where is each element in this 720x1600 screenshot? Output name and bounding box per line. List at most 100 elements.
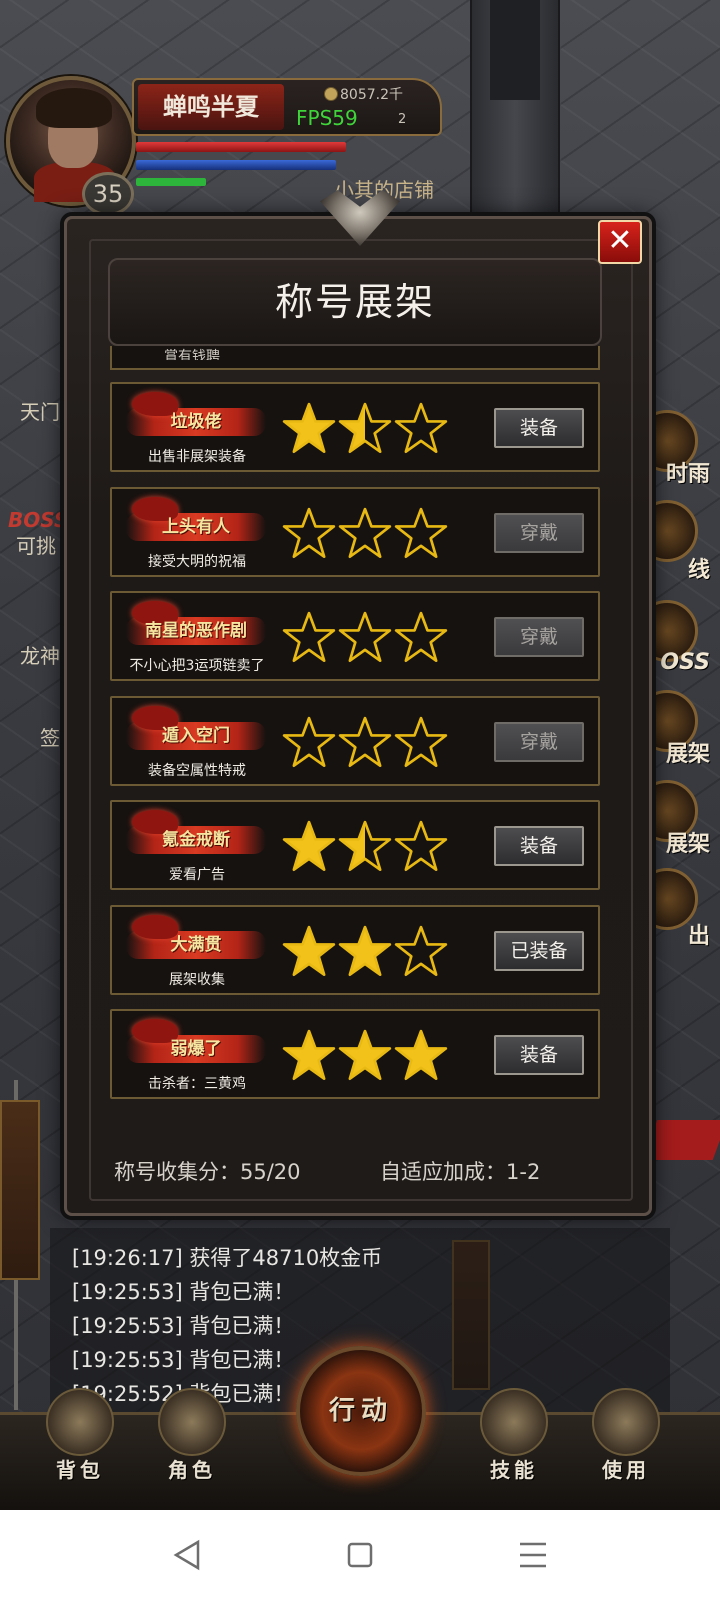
level-badge: 35 (82, 172, 134, 216)
title-name: 上头有人 (162, 516, 230, 537)
use-button[interactable]: 使用 (578, 1388, 674, 1488)
title-row: 遁入空门装备空属性特戒 穿戴 (110, 695, 600, 786)
star-icon (338, 925, 392, 976)
title-row: 垃圾佬出售非展架装备 装备 (110, 382, 600, 472)
side-label-line[interactable]: 线 (688, 552, 710, 584)
chat-line: [19:25:53] 背包已满！ (72, 1348, 295, 1372)
star-icon (282, 507, 336, 558)
star-icon (282, 611, 336, 663)
star-icon (338, 611, 392, 663)
star-icon (282, 716, 336, 767)
use-label: 使用 (602, 1458, 650, 1482)
star-icon (338, 507, 392, 558)
title-name: 遁入空门 (162, 725, 230, 746)
title-badge: 弱爆了 (126, 1017, 266, 1067)
title-badge: 氪金戒断 (126, 808, 266, 858)
chat-line: [19:25:53] 背包已满！ (72, 1314, 295, 1338)
side-label-shiyu[interactable]: 时雨 (666, 456, 710, 488)
title-description: 出售非展架装备 (148, 449, 246, 465)
close-icon: ✕ (607, 223, 633, 258)
mp-bar (136, 160, 336, 170)
title-badge: 遁入空门 (126, 704, 266, 754)
star-icon (394, 1029, 448, 1081)
equip-button[interactable]: 穿戴 (494, 512, 584, 553)
collection-score: 称号收集分：55/20 (114, 1160, 301, 1184)
title-badge: 上头有人 (126, 495, 266, 545)
role-icon (158, 1388, 226, 1456)
title-name: 垃圾佬 (170, 412, 222, 432)
gold-display: 8057.2千 (324, 84, 403, 104)
title-description: 装备空属性特戒 (148, 762, 246, 779)
star-rating (282, 402, 452, 456)
bag-icon (46, 1388, 114, 1456)
star-icon (394, 507, 448, 558)
star-icon (282, 402, 336, 454)
player-name: 蝉鸣半夏 (163, 93, 259, 121)
star-rating (282, 507, 452, 561)
main-action-label: 行动 (328, 1396, 393, 1426)
title-list[interactable]: 垃圾佬 出售非展架装备 装备 上头有人 接受大明的祝福 穿戴 南星的恶作剧 不小心把3运项链卖… (108, 352, 602, 1112)
star-icon (338, 716, 392, 767)
title-name: 南星的恶作剧 (145, 621, 247, 641)
menu-icon[interactable] (510, 1532, 556, 1578)
red-cloth (642, 1120, 720, 1160)
star-icon (338, 1029, 392, 1081)
title-badge: 南星的恶作剧 (126, 599, 266, 649)
title-description: 展架收集 (169, 971, 225, 988)
close-button[interactable]: ✕ (598, 220, 642, 264)
title-name: 弱爆了 (170, 1039, 222, 1059)
role-button[interactable]: 角色 (144, 1388, 240, 1488)
star-icon (282, 820, 336, 872)
title-description: 不小心把3运项链卖了 (129, 658, 265, 674)
bag-button[interactable]: 背包 (32, 1388, 128, 1488)
equip-button[interactable]: 装备 (494, 1035, 584, 1075)
equip-button[interactable]: 穿戴 (494, 617, 584, 657)
title-description: 爱看广告 (169, 867, 225, 883)
side-label-out[interactable]: 出 (688, 918, 710, 950)
title-name: 大满贯 (170, 934, 222, 955)
skill-label: 技能 (490, 1458, 538, 1482)
title-badge: 大满贯 (126, 913, 266, 963)
title-row: 弱爆了击杀者：三黄鸡 装备 (110, 1009, 600, 1099)
gold-amount: 8057.2千 (340, 87, 403, 103)
title-description: 击杀者：三黄鸡 (148, 1076, 246, 1092)
skill-button[interactable]: 技能 (466, 1388, 562, 1488)
star-rating (282, 820, 452, 874)
banner (0, 1100, 40, 1280)
hp-bar (136, 142, 346, 152)
title-row: 大满贯展架收集 已装备 (110, 904, 600, 995)
star-icon (394, 611, 448, 663)
title-badge: 垃圾佬 (126, 390, 266, 440)
back-icon[interactable] (164, 1532, 210, 1578)
coin-icon (324, 87, 338, 101)
bag-label: 背包 (56, 1458, 104, 1482)
title-row: 上头有人 接受大明的祝福 穿戴 (110, 486, 600, 577)
stone-pillar-top (490, 0, 540, 100)
chat-line: [19:26:17] 获得了48710枚金币 (72, 1246, 383, 1270)
skill-icon (480, 1388, 548, 1456)
equip-button[interactable]: 穿戴 (494, 721, 584, 762)
star-icon (394, 820, 448, 872)
adaptive-bonus: 自适应加成：1-2 (380, 1160, 541, 1184)
star-rating (282, 925, 452, 979)
equip-button[interactable]: 装备 (494, 826, 584, 866)
side-label-boss-right[interactable]: OSS (660, 650, 710, 675)
equip-button[interactable]: 已装备 (494, 930, 584, 971)
chat-line: [19:25:53] 背包已满！ (72, 1280, 295, 1304)
star-icon (394, 716, 448, 767)
xp-bar (136, 178, 206, 186)
star-icon (282, 1029, 336, 1081)
home-icon[interactable] (337, 1532, 383, 1578)
avatar-hair (36, 88, 112, 128)
system-nav-bar (0, 1510, 720, 1600)
star-icon (338, 402, 392, 454)
equip-button[interactable]: 装备 (494, 408, 584, 448)
star-rating (282, 716, 452, 770)
star-rating (282, 1029, 452, 1083)
star-icon (394, 925, 448, 976)
side-label-shelf-2[interactable]: 展架 (666, 826, 710, 858)
side-label-boss[interactable]: BOSS (8, 508, 68, 532)
fps-counter: FPS59 (296, 106, 358, 130)
side-label-shelf-1[interactable]: 展架 (666, 736, 710, 768)
role-label: 角色 (168, 1458, 216, 1482)
